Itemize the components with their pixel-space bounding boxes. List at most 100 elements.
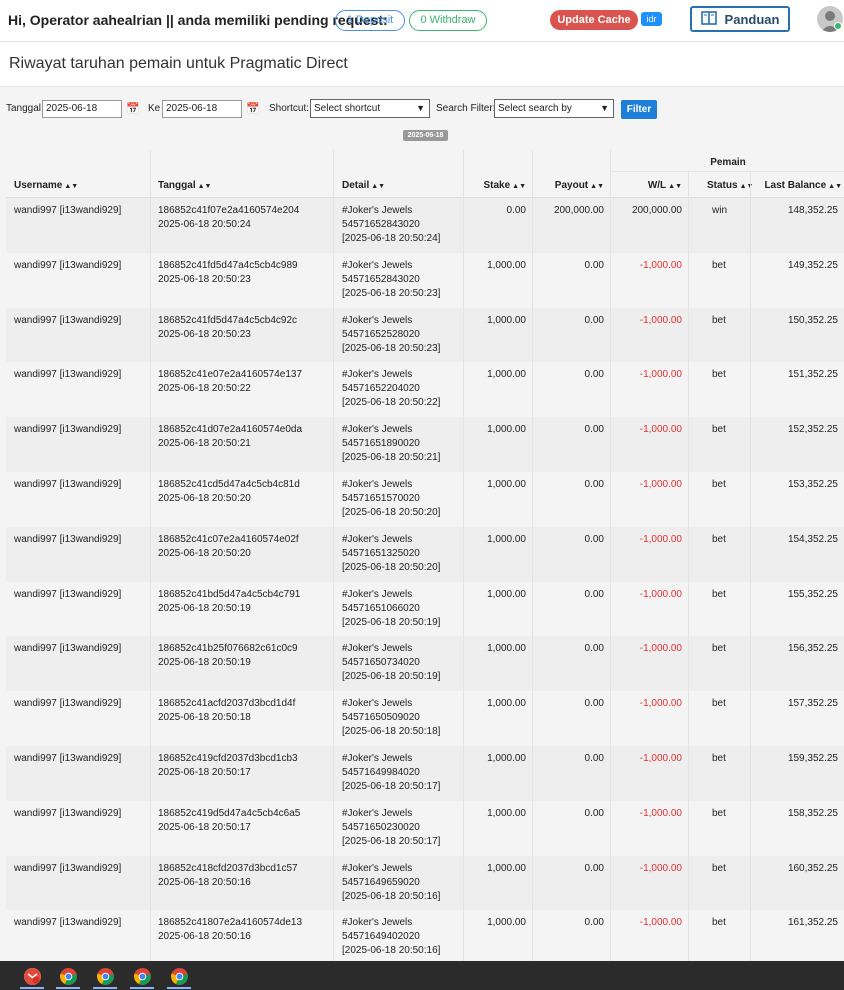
table-row: wandi997 [i13wandi929] 186852c419cfd2037d… bbox=[6, 746, 844, 801]
row-date: 2025-06-18 20:50:19 bbox=[158, 602, 251, 614]
row-stake: 1,000.00 bbox=[487, 533, 526, 545]
chrome-icon[interactable] bbox=[134, 968, 151, 985]
withdraw-request-button[interactable]: 0 Withdraw bbox=[409, 10, 487, 31]
row-status: bet bbox=[712, 259, 726, 271]
end-date-input[interactable]: 2025-06-18 bbox=[162, 100, 242, 118]
row-username: wandi997 [i13wandi929] bbox=[14, 424, 122, 436]
row-date: 2025-06-18 20:50:23 bbox=[158, 328, 251, 340]
row-stake: 1,000.00 bbox=[487, 917, 526, 929]
row-transaction-id: 186852c418cfd2037d3bcd1c57 bbox=[158, 862, 298, 874]
calendar-icon[interactable]: 📅 bbox=[126, 102, 140, 115]
row-stake: 1,000.00 bbox=[487, 753, 526, 764]
row-payout: 0.00 bbox=[584, 917, 604, 929]
row-last-balance: 157,352.25 bbox=[787, 698, 838, 710]
row-last-balance: 158,352.25 bbox=[787, 807, 838, 819]
pemain-group-header: Pemain bbox=[710, 157, 746, 168]
row-payout: 0.00 bbox=[584, 588, 604, 600]
table-row: wandi997 [i13wandi929] 186852c41acfd2037d… bbox=[6, 691, 844, 746]
row-round-id: 54571649402020 bbox=[342, 931, 420, 943]
row-date: 2025-06-18 20:50:20 bbox=[158, 547, 251, 559]
taskbar-active-indicator bbox=[56, 987, 80, 989]
chevron-down-icon: ▼ bbox=[416, 103, 425, 113]
deposit-request-button[interactable]: 1 Deposit bbox=[335, 10, 405, 31]
row-round-id: 54571652528020 bbox=[342, 328, 420, 340]
table-row: wandi997 [i13wandi929] 186852c41cd5d47a4c… bbox=[6, 472, 844, 527]
col-payout-label: Payout bbox=[554, 180, 589, 191]
row-timestamp: [2025-06-18 20:50:19] bbox=[342, 616, 441, 628]
row-game: #Joker's Jewels bbox=[342, 588, 413, 600]
row-date: 2025-06-18 20:50:19 bbox=[158, 657, 251, 669]
row-timestamp: [2025-06-18 20:50:17] bbox=[342, 835, 441, 847]
row-round-id: 54571649984020 bbox=[342, 767, 420, 778]
ke-label: Ke bbox=[148, 103, 161, 114]
col-detail[interactable]: Detail ▲▼ bbox=[333, 150, 463, 197]
row-win-loss: -1,000.00 bbox=[639, 424, 682, 436]
gmail-icon[interactable] bbox=[24, 968, 41, 985]
row-last-balance: 160,352.25 bbox=[787, 862, 838, 874]
col-stake[interactable]: Stake ▲▼ bbox=[463, 150, 532, 197]
row-status: bet bbox=[712, 369, 726, 381]
row-win-loss: -1,000.00 bbox=[639, 698, 682, 710]
row-win-loss: -1,000.00 bbox=[639, 753, 682, 764]
row-win-loss: -1,000.00 bbox=[639, 369, 682, 381]
search-by-select[interactable]: Select search by ▼ bbox=[494, 99, 614, 118]
row-game: #Joker's Jewels bbox=[342, 753, 413, 764]
row-timestamp: [2025-06-18 20:50:22] bbox=[342, 397, 441, 409]
table-row: wandi997 [i13wandi929] 186852c41bd5d47a4c… bbox=[6, 581, 844, 637]
update-cache-button[interactable]: Update Cache bbox=[550, 10, 638, 30]
row-payout: 0.00 bbox=[584, 479, 604, 490]
group-header-cell: Pemain bbox=[610, 150, 844, 172]
row-win-loss: -1,000.00 bbox=[639, 917, 682, 929]
table-header: Pemain Username ▲▼ Tanggal ▲▼ Detail ▲▼ Sta… bbox=[6, 150, 844, 198]
chrome-icon[interactable] bbox=[60, 968, 77, 985]
panduan-button[interactable]: Panduan bbox=[690, 6, 790, 32]
row-status: bet bbox=[712, 424, 726, 436]
col-tanggal[interactable]: Tanggal ▲▼ bbox=[150, 150, 333, 197]
search-filter-label: Search Filter: bbox=[436, 103, 496, 114]
col-last-balance[interactable]: Last Balance ▲▼ bbox=[750, 172, 844, 198]
row-username: wandi997 [i13wandi929] bbox=[14, 862, 122, 874]
filter-button[interactable]: Filter bbox=[621, 100, 657, 119]
row-stake: 1,000.00 bbox=[487, 862, 526, 874]
row-game: #Joker's Jewels bbox=[342, 917, 413, 929]
os-taskbar bbox=[0, 961, 844, 990]
col-status[interactable]: Status ▲▼ bbox=[688, 172, 753, 198]
row-round-id: 54571652843020 bbox=[342, 273, 420, 285]
sort-icon: ▲▼ bbox=[64, 183, 79, 190]
row-date: 2025-06-18 20:50:24 bbox=[158, 219, 251, 230]
row-transaction-id: 186852c41fd5d47a4c5cb4c989 bbox=[158, 259, 298, 271]
start-date-input[interactable]: 2025-06-18 bbox=[42, 100, 122, 118]
calendar-icon[interactable]: 📅 bbox=[246, 102, 260, 115]
row-last-balance: 159,352.25 bbox=[787, 753, 838, 764]
shortcut-select[interactable]: Select shortcut ▼ bbox=[310, 99, 430, 118]
row-status: bet bbox=[712, 698, 726, 710]
row-stake: 1,000.00 bbox=[487, 807, 526, 819]
col-username[interactable]: Username ▲▼ bbox=[6, 150, 150, 197]
chrome-icon[interactable] bbox=[97, 968, 114, 985]
taskbar-active-indicator bbox=[20, 987, 44, 989]
row-game: #Joker's Jewels bbox=[342, 807, 413, 819]
row-username: wandi997 [i13wandi929] bbox=[14, 259, 122, 271]
row-timestamp: [2025-06-18 20:50:17] bbox=[342, 781, 441, 792]
row-payout: 0.00 bbox=[584, 753, 604, 764]
row-username: wandi997 [i13wandi929] bbox=[14, 807, 122, 819]
col-payout[interactable]: Payout ▲▼ bbox=[532, 150, 610, 197]
sort-icon: ▲▼ bbox=[197, 183, 212, 190]
row-timestamp: [2025-06-18 20:50:21] bbox=[342, 452, 441, 464]
chrome-icon[interactable] bbox=[171, 968, 188, 985]
row-last-balance: 149,352.25 bbox=[787, 259, 838, 271]
row-win-loss: -1,000.00 bbox=[639, 807, 682, 819]
row-payout: 0.00 bbox=[584, 424, 604, 436]
row-username: wandi997 [i13wandi929] bbox=[14, 588, 122, 600]
row-last-balance: 154,352.25 bbox=[787, 533, 838, 545]
col-last-balance-label: Last Balance bbox=[764, 180, 827, 191]
row-last-balance: 161,352.25 bbox=[787, 917, 838, 929]
table-row: wandi997 [i13wandi929] 186852c41fd5d47a4c… bbox=[6, 252, 844, 308]
sort-icon: ▲▼ bbox=[590, 183, 604, 190]
row-date: 2025-06-18 20:50:20 bbox=[158, 493, 251, 504]
row-game: #Joker's Jewels bbox=[342, 479, 413, 490]
row-round-id: 54571650509020 bbox=[342, 712, 420, 724]
col-wl[interactable]: W/L ▲▼ bbox=[610, 172, 688, 198]
row-transaction-id: 186852c419d5d47a4c5cb4c6a5 bbox=[158, 807, 301, 819]
row-username: wandi997 [i13wandi929] bbox=[14, 369, 122, 381]
